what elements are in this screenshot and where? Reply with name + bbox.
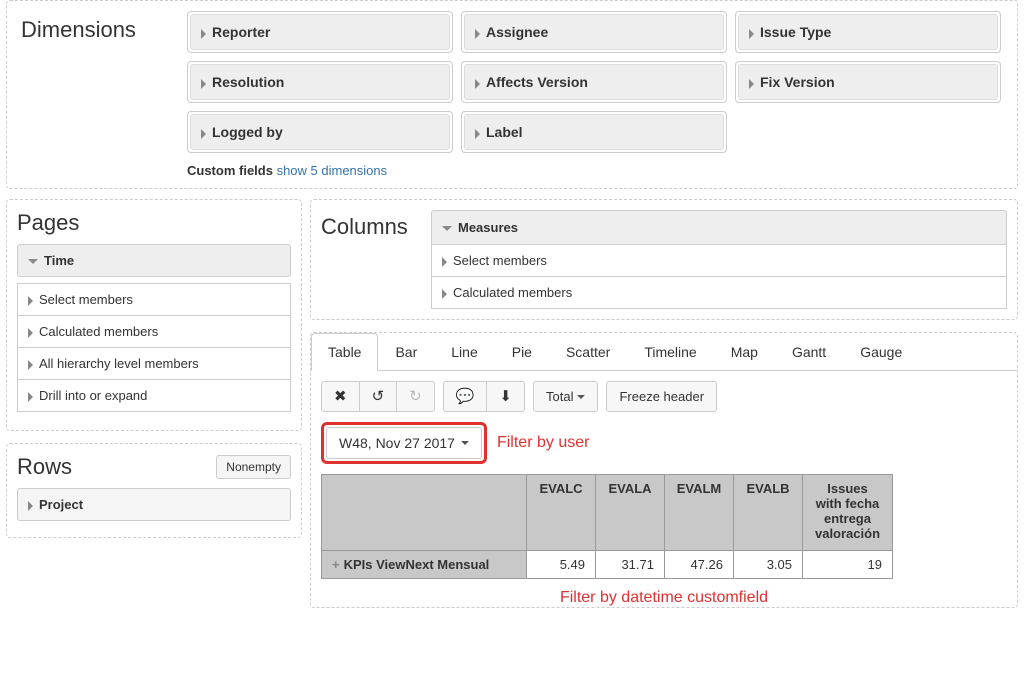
tab-table[interactable]: Table bbox=[311, 333, 378, 371]
table-row: +KPIs ViewNext Mensual 5.49 31.71 47.26 … bbox=[322, 551, 893, 579]
dimensions-title: Dimensions bbox=[17, 11, 187, 178]
redo-icon: ↻ bbox=[409, 389, 422, 404]
tab-map[interactable]: Map bbox=[714, 333, 775, 370]
freeze-header-button[interactable]: Freeze header bbox=[606, 381, 717, 412]
pages-title: Pages bbox=[17, 210, 291, 244]
tab-gauge[interactable]: Gauge bbox=[843, 333, 919, 370]
total-dropdown[interactable]: Total bbox=[533, 381, 598, 412]
caret-right-icon bbox=[28, 296, 33, 306]
table-corner bbox=[322, 475, 527, 551]
dimension-reporter[interactable]: Reporter bbox=[187, 11, 453, 53]
tab-timeline[interactable]: Timeline bbox=[627, 333, 713, 370]
custom-fields-text: Custom fields show 5 dimensions bbox=[187, 163, 1007, 178]
comment-icon: 💬 bbox=[456, 389, 475, 404]
report-area: Table Bar Line Pie Scatter Timeline Map … bbox=[310, 332, 1018, 608]
cols-calculated-members[interactable]: Calculated members bbox=[431, 277, 1007, 309]
caret-right-icon bbox=[442, 289, 447, 299]
dimension-label[interactable]: Label bbox=[461, 111, 727, 153]
caret-down-icon bbox=[577, 395, 585, 399]
dimension-affects-version[interactable]: Affects Version bbox=[461, 61, 727, 103]
caret-down-icon bbox=[442, 226, 452, 231]
columns-panel: Columns Measures Select members Calculat… bbox=[310, 199, 1018, 320]
caret-down-icon bbox=[28, 259, 38, 264]
comment-button[interactable]: 💬 bbox=[443, 381, 488, 412]
pages-calculated-members[interactable]: Calculated members bbox=[17, 316, 291, 348]
pages-all-hierarchy-members[interactable]: All hierarchy level members bbox=[17, 348, 291, 380]
tab-scatter[interactable]: Scatter bbox=[549, 333, 627, 370]
caret-right-icon bbox=[28, 328, 33, 338]
redo-button[interactable]: ↻ bbox=[396, 381, 435, 412]
caret-right-icon bbox=[475, 29, 480, 39]
tab-gantt[interactable]: Gantt bbox=[775, 333, 843, 370]
time-dimension[interactable]: Time bbox=[17, 244, 291, 277]
caret-right-icon bbox=[201, 129, 206, 139]
date-filter-button[interactable]: W48, Nov 27 2017 bbox=[326, 427, 482, 459]
cell-evala: 31.71 bbox=[596, 551, 665, 579]
expand-button[interactable]: ✖ bbox=[321, 381, 360, 412]
caret-right-icon bbox=[28, 360, 33, 370]
project-dimension[interactable]: Project bbox=[17, 488, 291, 521]
cols-select-members[interactable]: Select members bbox=[431, 245, 1007, 277]
pages-drill-expand[interactable]: Drill into or expand bbox=[17, 380, 291, 412]
dimension-issue-type[interactable]: Issue Type bbox=[735, 11, 1001, 53]
expand-icon: ✖ bbox=[334, 389, 347, 404]
dimensions-panel: Dimensions Reporter Assignee Issue Type … bbox=[6, 0, 1018, 189]
dimension-logged-by[interactable]: Logged by bbox=[187, 111, 453, 153]
pages-select-members[interactable]: Select members bbox=[17, 283, 291, 316]
rows-title: Rows bbox=[17, 454, 187, 480]
tab-pie[interactable]: Pie bbox=[495, 333, 549, 370]
download-button[interactable]: ⬇ bbox=[486, 381, 525, 412]
dimension-assignee[interactable]: Assignee bbox=[461, 11, 727, 53]
caret-right-icon bbox=[475, 129, 480, 139]
results-table: EVALC EVALA EVALM EVALB Issues with fech… bbox=[321, 474, 893, 579]
pages-panel: Pages Time Select members Calculated mem… bbox=[6, 199, 302, 431]
caret-right-icon bbox=[201, 79, 206, 89]
col-header[interactable]: Issues with fecha entrega valoración bbox=[803, 475, 893, 551]
caret-right-icon bbox=[442, 257, 447, 267]
row-header[interactable]: +KPIs ViewNext Mensual bbox=[322, 551, 527, 579]
cell-evalm: 47.26 bbox=[665, 551, 734, 579]
caret-down-icon bbox=[461, 441, 469, 445]
download-icon: ⬇ bbox=[499, 389, 512, 404]
cell-evalb: 3.05 bbox=[734, 551, 803, 579]
col-header[interactable]: EVALA bbox=[596, 475, 665, 551]
col-header[interactable]: EVALC bbox=[527, 475, 596, 551]
caret-right-icon bbox=[28, 501, 33, 511]
col-header[interactable]: EVALM bbox=[665, 475, 734, 551]
caret-right-icon bbox=[475, 79, 480, 89]
report-toolbar: ✖ ↺ ↻ 💬 ⬇ Total Freeze header bbox=[311, 371, 1017, 418]
cell-evalc: 5.49 bbox=[527, 551, 596, 579]
tab-line[interactable]: Line bbox=[434, 333, 494, 370]
filter-by-user-note: Filter by user bbox=[497, 434, 589, 452]
plus-icon[interactable]: + bbox=[332, 557, 340, 572]
dimension-fix-version[interactable]: Fix Version bbox=[735, 61, 1001, 103]
dimension-resolution[interactable]: Resolution bbox=[187, 61, 453, 103]
tab-bar[interactable]: Bar bbox=[378, 333, 434, 370]
undo-button[interactable]: ↺ bbox=[359, 381, 398, 412]
rows-panel: Rows Nonempty Project bbox=[6, 443, 302, 538]
measures-dimension[interactable]: Measures bbox=[431, 210, 1007, 245]
caret-right-icon bbox=[201, 29, 206, 39]
caret-right-icon bbox=[749, 29, 754, 39]
caret-right-icon bbox=[749, 79, 754, 89]
date-filter-highlight: W48, Nov 27 2017 bbox=[321, 422, 487, 464]
show-dimensions-link[interactable]: show 5 dimensions bbox=[277, 163, 388, 178]
chart-type-tabs: Table Bar Line Pie Scatter Timeline Map … bbox=[311, 333, 1017, 371]
columns-title: Columns bbox=[321, 210, 421, 309]
cell-issues: 19 bbox=[803, 551, 893, 579]
caret-right-icon bbox=[28, 392, 33, 402]
filter-datetime-note: Filter by datetime customfield bbox=[311, 589, 1017, 607]
nonempty-button[interactable]: Nonempty bbox=[216, 455, 291, 479]
undo-icon: ↺ bbox=[372, 389, 385, 404]
col-header[interactable]: EVALB bbox=[734, 475, 803, 551]
